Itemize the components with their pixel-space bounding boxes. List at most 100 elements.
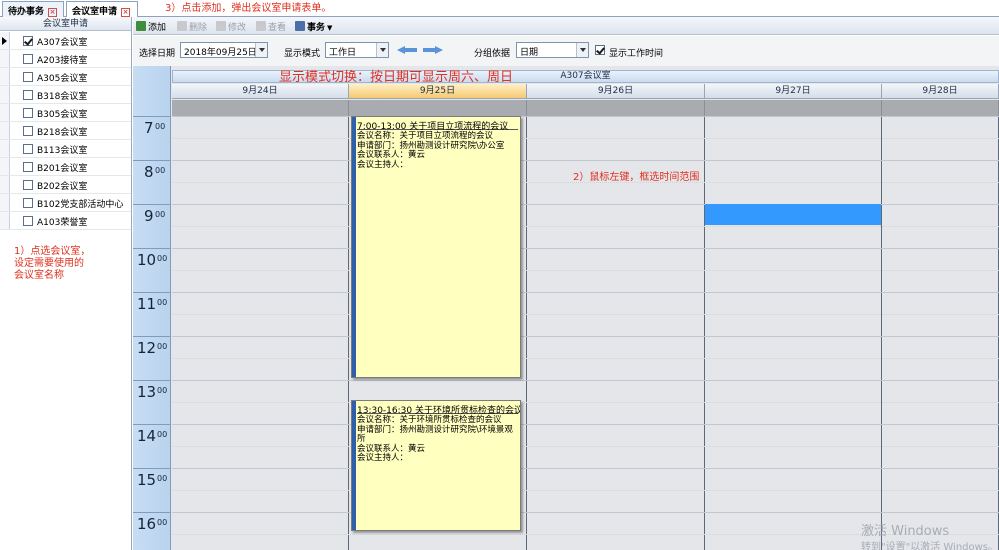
room-checkbox[interactable]: [23, 54, 33, 64]
add-icon: [136, 21, 146, 31]
room-name: B113会议室: [37, 146, 88, 156]
show-worktime-label: 显示工作时间: [609, 49, 664, 59]
room-name: A103荣誉室: [37, 218, 88, 228]
room-name: A305会议室: [37, 74, 88, 84]
minute-suffix: 00: [155, 210, 166, 219]
view-icon: [256, 21, 266, 31]
appointment[interactable]: 7:00-13:00 关于项目立项流程的会议 会议名称：关于项目立项流程的会议 …: [351, 116, 521, 378]
group-select[interactable]: 日期: [516, 42, 589, 58]
grid-line: [172, 490, 999, 491]
room-name: B318会议室: [37, 92, 88, 102]
prev-arrow-icon[interactable]: [397, 46, 417, 54]
time-ruler: 7 00 8 00 9 00 10 00 11 00 12 00 13 00 14 00 15 0…: [133, 66, 171, 550]
next-arrow-icon[interactable]: [423, 46, 443, 54]
date-picker[interactable]: 2018年09月25日: [180, 42, 268, 58]
appointment-line: 会议主持人：: [357, 453, 409, 463]
tab-meeting-room[interactable]: 会议室申请 ×: [66, 1, 138, 18]
room-checkbox[interactable]: [23, 108, 33, 118]
affairs-menu[interactable]: 事务 ▼: [295, 20, 332, 33]
all-day-cell[interactable]: [527, 100, 705, 116]
all-day-cell[interactable]: [705, 100, 882, 116]
date-value: 2018年09月25日: [184, 48, 257, 58]
chevron-down-icon[interactable]: [576, 43, 588, 57]
appointment-status-bar: [352, 117, 356, 377]
all-day-cell[interactable]: [172, 100, 349, 116]
chevron-down-icon: ▼: [327, 24, 333, 32]
chevron-down-icon[interactable]: [376, 43, 388, 57]
room-item[interactable]: B201会议室: [0, 158, 131, 176]
day-header[interactable]: 9月24日: [172, 84, 349, 99]
day-header-today[interactable]: 9月25日: [349, 84, 527, 99]
row-indicator: [0, 68, 10, 85]
toolbar: 添加 删除 修改 查看 事务 ▼: [133, 17, 999, 35]
all-day-cell[interactable]: [882, 100, 999, 116]
room-checkbox[interactable]: [23, 72, 33, 82]
room-item[interactable]: A307会议室: [0, 32, 131, 50]
show-worktime-checkbox[interactable]: [595, 45, 605, 55]
room-item[interactable]: A103荣誉室: [0, 212, 131, 230]
room-checkbox[interactable]: [23, 198, 33, 208]
edit-button[interactable]: 修改: [216, 20, 246, 33]
room-item[interactable]: B102党支部活动中心: [0, 194, 131, 212]
grid-line: [172, 468, 999, 469]
appointment-title: 13:30-16:30 关于环境所贯标检查的会议: [357, 403, 520, 416]
add-button[interactable]: 添加: [136, 20, 166, 33]
delete-button[interactable]: 删除: [177, 20, 207, 33]
grid-line: [172, 270, 999, 271]
appointment-body: 会议名称：关于环境所贯标检查的会议 申请部门：扬州勘测设计研究院\环境景观所 会…: [357, 415, 518, 464]
hour-label: 14 00: [133, 424, 171, 445]
row-indicator: [0, 158, 10, 175]
scheduler: 7 00 8 00 9 00 10 00 11 00 12 00 13 00 14 00 15 0…: [133, 66, 999, 550]
hour-label: 7 00: [133, 116, 171, 137]
row-indicator: [0, 32, 10, 49]
room-checkbox[interactable]: [23, 216, 33, 226]
row-indicator: [0, 212, 10, 229]
room-checkbox[interactable]: [23, 162, 33, 172]
mode-select[interactable]: 工作日: [325, 42, 389, 58]
room-list-panel: 会议室申请 A307会议室 A203接待室 A305会议室 B318会议室 B3…: [0, 17, 132, 550]
chevron-down-icon[interactable]: [255, 43, 267, 57]
appointment-line: 会议主持人：: [357, 159, 409, 170]
room-item[interactable]: B318会议室: [0, 86, 131, 104]
mode-value: 工作日: [329, 48, 357, 58]
room-checkbox[interactable]: [23, 90, 33, 100]
hour-label: 12 00: [133, 336, 171, 357]
day-header[interactable]: 9月28日: [882, 84, 999, 99]
room-item[interactable]: A305会议室: [0, 68, 131, 86]
grid-line: [172, 512, 999, 513]
view-label: 查看: [268, 23, 287, 33]
tab-todo[interactable]: 待办事务 ×: [2, 1, 64, 17]
view-button[interactable]: 查看: [256, 20, 286, 33]
day-header[interactable]: 9月26日: [527, 84, 705, 99]
day-header[interactable]: 9月27日: [705, 84, 882, 99]
filter-bar: 选择日期 2018年09月25日 显示模式 工作日 分组依据 日期 显示工作时间: [133, 36, 999, 66]
room-name: B202会议室: [37, 182, 88, 192]
edit-label: 修改: [228, 23, 247, 33]
tab-bar: 待办事务 × 会议室申请 × 3）点击添加，弹出会议室申请表单。: [0, 0, 999, 18]
room-item[interactable]: B218会议室: [0, 122, 131, 140]
selected-time-range[interactable]: [705, 204, 881, 225]
close-icon[interactable]: ×: [121, 8, 131, 17]
group-label: 分组依据: [474, 49, 511, 59]
room-checkbox[interactable]: [23, 144, 33, 154]
annotation-line: 设定需要使用的: [14, 258, 84, 269]
room-item[interactable]: B202会议室: [0, 176, 131, 194]
appointment[interactable]: 13:30-16:30 关于环境所贯标检查的会议 会议名称：关于环境所贯标检查的…: [351, 400, 521, 531]
hour-label: 16 00: [133, 512, 171, 533]
room-item[interactable]: B305会议室: [0, 104, 131, 122]
date-label: 选择日期: [139, 49, 176, 59]
all-day-cell[interactable]: [349, 100, 527, 116]
room-checkbox[interactable]: [23, 36, 33, 46]
room-item[interactable]: B113会议室: [0, 140, 131, 158]
row-indicator: [0, 104, 10, 121]
affairs-label: 事务: [307, 23, 326, 33]
hour-label: 10 00: [133, 248, 171, 269]
room-item[interactable]: A203接待室: [0, 50, 131, 68]
grid-line: [172, 314, 999, 315]
add-label: 添加: [148, 23, 167, 33]
close-icon[interactable]: ×: [48, 8, 58, 17]
room-checkbox[interactable]: [23, 180, 33, 190]
room-name: B218会议室: [37, 128, 88, 138]
room-checkbox[interactable]: [23, 126, 33, 136]
tab-meeting-room-label: 会议室申请: [72, 7, 118, 17]
